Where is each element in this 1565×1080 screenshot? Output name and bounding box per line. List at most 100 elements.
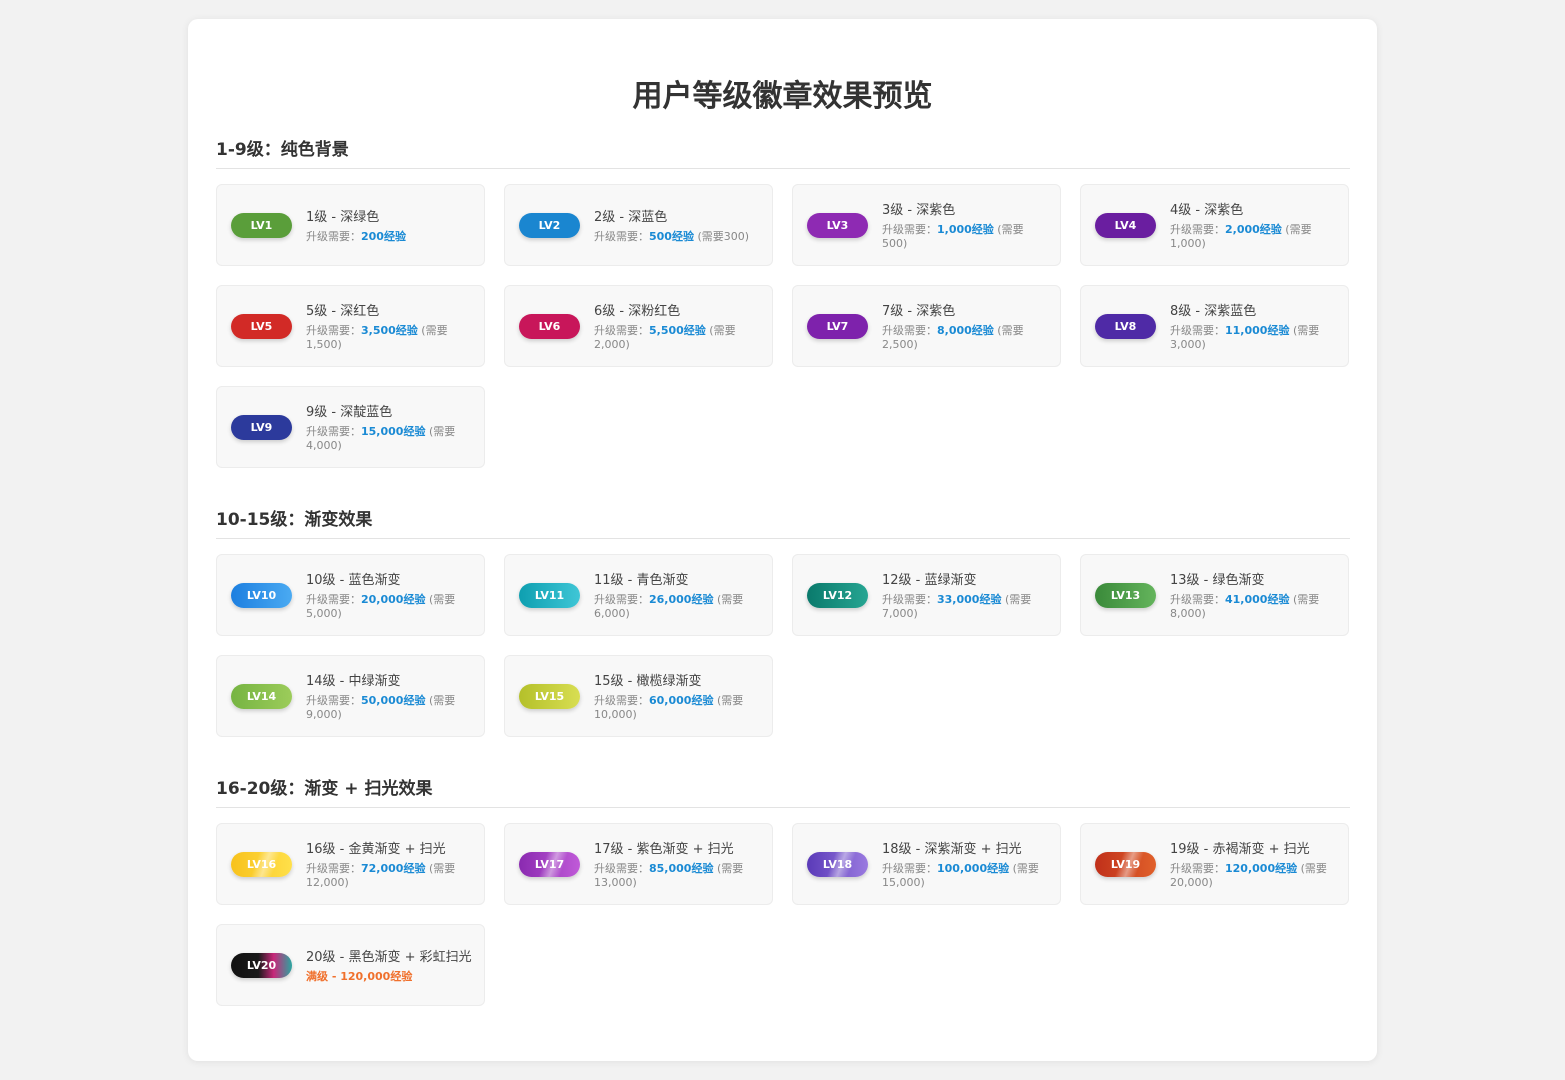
requirement-exp: 85,000经验 <box>649 862 714 875</box>
requirement-label: 升级需要： <box>1170 324 1225 337</box>
level-info: 10级 - 蓝色渐变升级需要：20,000经验 (需要5,000) <box>306 569 472 621</box>
section-gradient: 10-15级：渐变效果 LV10 10级 - 蓝色渐变升级需要：20,000经验 … <box>216 509 1350 737</box>
level-info: 6级 - 深粉红色 升级需要：5,500经验 (需要2,000) <box>594 300 760 352</box>
preview-panel: 用户等级徽章效果预览 1-9级：纯色背景 LV1 1级 - 深绿色 升级需要：200… <box>188 19 1377 1061</box>
level-badge: LV16 <box>231 851 292 877</box>
level-requirement: 升级需要：120,000经验 (需要20,000) <box>1170 862 1336 890</box>
level-title: 13级 - 绿色渐变 <box>1170 573 1265 588</box>
requirement-label: 升级需要： <box>1170 593 1225 606</box>
requirement-exp: 200经验 <box>361 230 406 243</box>
level-title: 10级 - 蓝色渐变 <box>306 573 401 588</box>
requirement-label: 升级需要： <box>882 862 937 875</box>
requirement-exp: 8,000经验 <box>937 324 994 337</box>
requirement-label: 升级需要： <box>594 862 649 875</box>
section-title: 16-20级：渐变 + 扫光效果 <box>216 778 1350 808</box>
level-card: LV7 7级 - 深紫色升级需要：8,000经验 (需要2,500) <box>792 285 1061 367</box>
level-requirement: 升级需要：20,000经验 (需要5,000) <box>306 593 472 621</box>
requirement-exp: 50,000经验 <box>361 694 426 707</box>
level-card: LV17 17级 - 紫色渐变 + 扫光 升级需要：85,000经验 (需要13,0… <box>504 823 773 905</box>
requirement-exp: 120,000经验 <box>1225 862 1298 875</box>
requirement-label: 升级需要： <box>594 230 649 243</box>
level-title: 1级 - 深绿色 <box>306 210 380 225</box>
requirement-label: 升级需要： <box>306 425 361 438</box>
level-card: LV4 4级 - 深紫色升级需要：2,000经验 (需要1,000) <box>1080 184 1349 266</box>
level-info: 7级 - 深紫色升级需要：8,000经验 (需要2,500) <box>882 300 1048 352</box>
section-solid: 1-9级：纯色背景 LV1 1级 - 深绿色 升级需要：200经验 LV2 2级 - 深… <box>216 139 1350 468</box>
level-requirement: 升级需要：3,500经验 (需要1,500) <box>306 324 472 352</box>
requirement-exp: 5,500经验 <box>649 324 706 337</box>
requirement-exp: 26,000经验 <box>649 593 714 606</box>
level-title: 4级 - 深紫色 <box>1170 203 1244 218</box>
level-info: 15级 - 橄榄绿渐变升级需要：60,000经验 (需要10,000) <box>594 670 760 722</box>
level-requirement: 升级需要：60,000经验 (需要10,000) <box>594 694 760 722</box>
level-title: 9级 - 深靛蓝色 <box>306 405 393 420</box>
level-card: LV2 2级 - 深蓝色 升级需要：500经验 (需要300) <box>504 184 773 266</box>
level-badge: LV19 <box>1095 851 1156 877</box>
level-requirement: 升级需要：2,000经验 (需要1,000) <box>1170 223 1336 251</box>
level-title: 2级 - 深蓝色 <box>594 210 668 225</box>
level-title: 12级 - 蓝绿渐变 <box>882 573 977 588</box>
level-requirement: 升级需要：8,000经验 (需要2,500) <box>882 324 1048 352</box>
level-requirement: 升级需要：33,000经验 (需要7,000) <box>882 593 1048 621</box>
requirement-exp: 2,000经验 <box>1225 223 1282 236</box>
requirement-exp: 3,500经验 <box>361 324 418 337</box>
level-badge: LV9 <box>231 414 292 440</box>
level-info: 5级 - 深红色升级需要：3,500经验 (需要1,500) <box>306 300 472 352</box>
level-card: LV16 16级 - 金黄渐变 + 扫光 升级需要：72,000经验 (需要12,0… <box>216 823 485 905</box>
level-badge: LV4 <box>1095 212 1156 238</box>
level-info: 1级 - 深绿色 升级需要：200经验 <box>306 206 472 244</box>
requirement-exp: 20,000经验 <box>361 593 426 606</box>
level-requirement: 满级 - 120,000经验 <box>306 970 472 984</box>
level-badge: LV15 <box>519 683 580 709</box>
requirement-exp: 41,000经验 <box>1225 593 1290 606</box>
level-card: LV5 5级 - 深红色 升级需要：3,500经验 (需要1,500) <box>216 285 485 367</box>
section-title: 1-9级：纯色背景 <box>216 139 1350 169</box>
level-card: LV10 10级 - 蓝色渐变升级需要：20,000经验 (需要5,000) <box>216 554 485 636</box>
level-card: LV3 3级 - 深紫色 升级需要：1,000经验 (需要500) <box>792 184 1061 266</box>
level-badge: LV11 <box>519 582 580 608</box>
level-badge: LV2 <box>519 212 580 238</box>
level-card: LV13 13级 - 绿色渐变 升级需要：41,000经验 (需要8,000) <box>1080 554 1349 636</box>
level-info: 2级 - 深蓝色 升级需要：500经验 (需要300) <box>594 206 760 244</box>
level-info: 11级 - 青色渐变 升级需要：26,000经验 (需要6,000) <box>594 569 760 621</box>
requirement-label: 升级需要： <box>306 230 361 243</box>
level-info: 17级 - 紫色渐变 + 扫光 升级需要：85,000经验 (需要13,000) <box>594 838 760 890</box>
level-badge: LV3 <box>807 212 868 238</box>
badge-grid: LV16 16级 - 金黄渐变 + 扫光 升级需要：72,000经验 (需要12,0… <box>216 823 1350 1006</box>
level-info: 12级 - 蓝绿渐变升级需要：33,000经验 (需要7,000) <box>882 569 1048 621</box>
requirement-label: 升级需要： <box>594 324 649 337</box>
level-card: LV9 9级 - 深靛蓝色升级需要：15,000经验 (需要4,000) <box>216 386 485 468</box>
requirement-label: 升级需要： <box>306 694 361 707</box>
level-badge: LV18 <box>807 851 868 877</box>
section-title: 10-15级：渐变效果 <box>216 509 1350 539</box>
level-info: 9级 - 深靛蓝色升级需要：15,000经验 (需要4,000) <box>306 401 472 453</box>
level-title: 19级 - 赤褐渐变 + 扫光 <box>1170 842 1310 857</box>
requirement-label: 升级需要： <box>306 593 361 606</box>
level-badge: LV13 <box>1095 582 1156 608</box>
level-title: 16级 - 金黄渐变 + 扫光 <box>306 842 446 857</box>
level-requirement: 升级需要：200经验 <box>306 230 472 244</box>
level-title: 15级 - 橄榄绿渐变 <box>594 674 702 689</box>
level-badge: LV14 <box>231 683 292 709</box>
requirement-label: 升级需要： <box>306 862 361 875</box>
requirement-label: 升级需要： <box>306 324 361 337</box>
level-info: 13级 - 绿色渐变 升级需要：41,000经验 (需要8,000) <box>1170 569 1336 621</box>
level-badge: LV10 <box>231 582 292 608</box>
level-title: 7级 - 深紫色 <box>882 304 956 319</box>
level-card: LV20 20级 - 黑色渐变 + 彩虹扫光 满级 - 120,000经验 <box>216 924 485 1006</box>
requirement-label: 升级需要： <box>882 324 937 337</box>
badge-grid: LV10 10级 - 蓝色渐变 升级需要：20,000经验 (需要5,000) LV1… <box>216 554 1350 737</box>
level-info: 19级 - 赤褐渐变 + 扫光升级需要：120,000经验 (需要20,000) <box>1170 838 1336 890</box>
requirement-exp: 72,000经验 <box>361 862 426 875</box>
level-card: LV11 11级 - 青色渐变 升级需要：26,000经验 (需要6,000) <box>504 554 773 636</box>
level-title: 5级 - 深红色 <box>306 304 380 319</box>
level-title: 20级 - 黑色渐变 + 彩虹扫光 <box>306 950 472 965</box>
level-badge: LV1 <box>231 212 292 238</box>
level-badge: LV6 <box>519 313 580 339</box>
level-info: 18级 - 深紫渐变 + 扫光 升级需要：100,000经验 (需要15,000) <box>882 838 1048 890</box>
level-requirement: 升级需要：15,000经验 (需要4,000) <box>306 425 472 453</box>
requirement-exp: 1,000经验 <box>937 223 994 236</box>
level-title: 18级 - 深紫渐变 + 扫光 <box>882 842 1022 857</box>
level-badge: LV7 <box>807 313 868 339</box>
level-card: LV14 14级 - 中绿渐变 升级需要：50,000经验 (需要9,000) <box>216 655 485 737</box>
